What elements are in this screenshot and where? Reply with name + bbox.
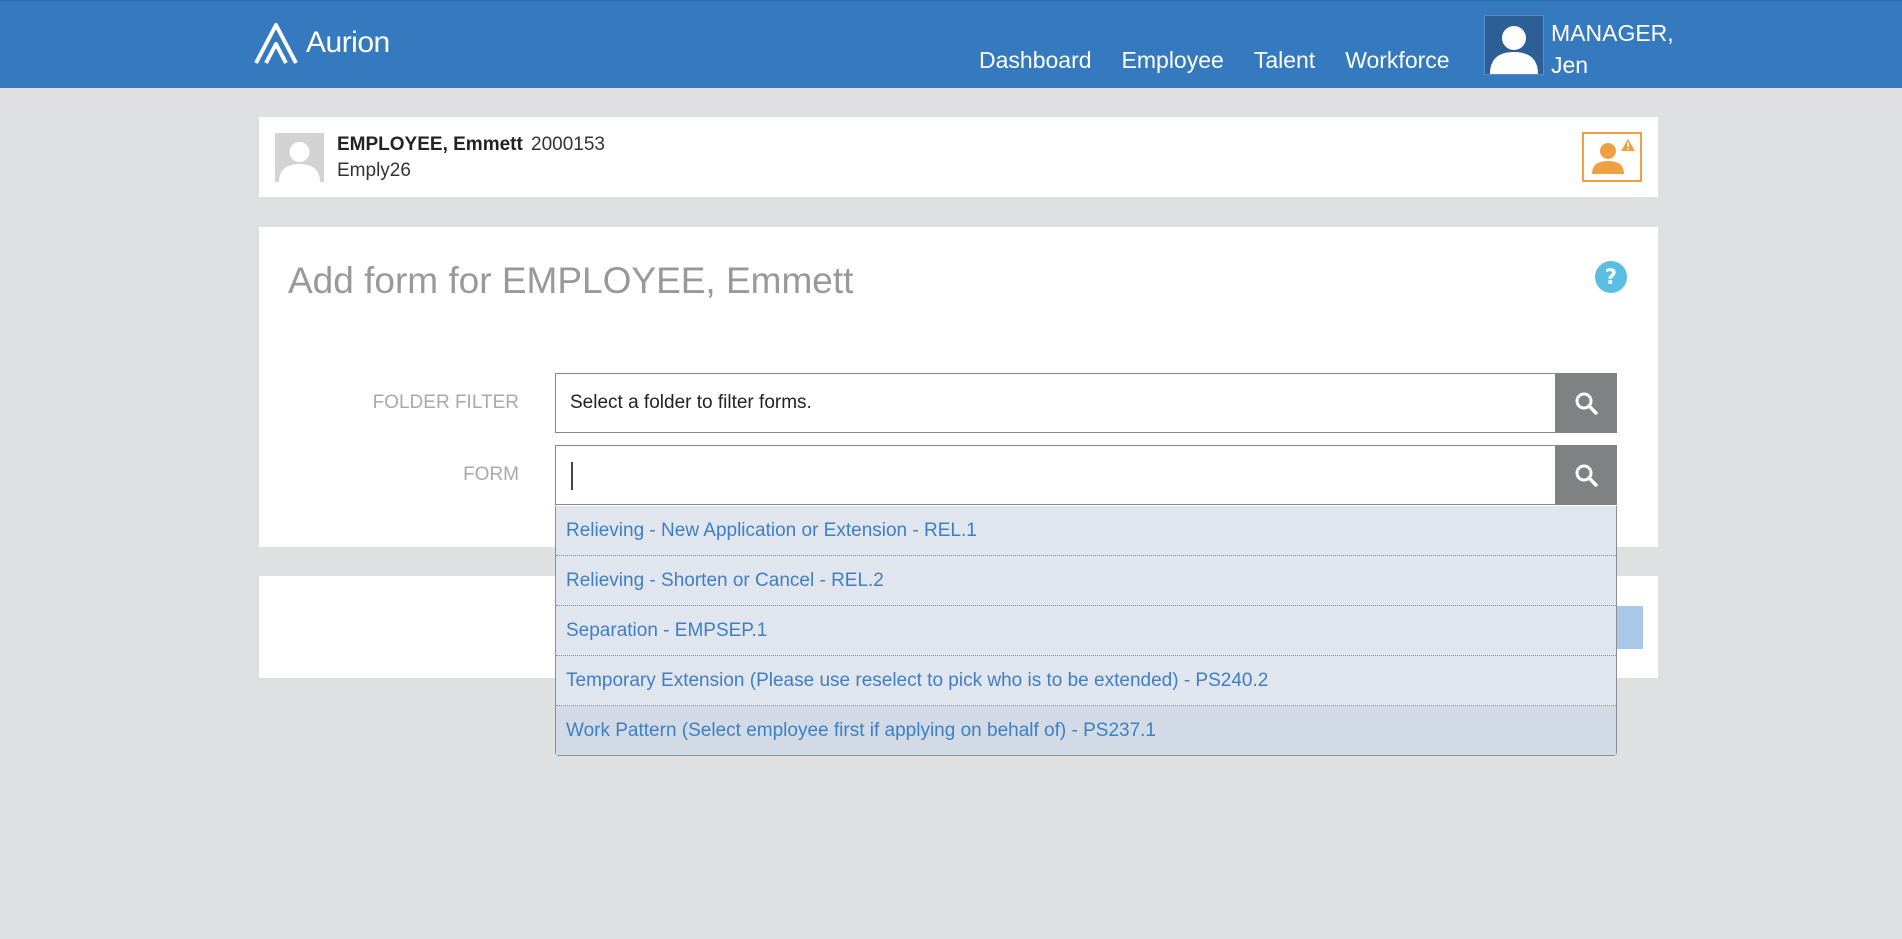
folder-filter-label: FOLDER FILTER bbox=[372, 392, 519, 413]
aurion-logo[interactable]: Aurion bbox=[252, 19, 390, 67]
suggestion-item[interactable]: Relieving - New Application or Extension… bbox=[556, 506, 1616, 556]
search-icon bbox=[1575, 392, 1598, 415]
employee-card: EMPLOYEE, Emmett 2000153 Emply26 bbox=[259, 117, 1658, 197]
aurion-logo-icon bbox=[254, 23, 298, 64]
employee-alert-button[interactable] bbox=[1582, 132, 1642, 182]
suggestion-item[interactable]: Temporary Extension (Please use reselect… bbox=[556, 656, 1616, 706]
user-silhouette-icon bbox=[1490, 26, 1538, 74]
suggestion-item[interactable]: Separation - EMPSEP.1 bbox=[556, 606, 1616, 656]
employee-name: EMPLOYEE, Emmett bbox=[337, 134, 523, 155]
user-name-line1: MANAGER, bbox=[1551, 20, 1674, 46]
page-title: Add form for EMPLOYEE, Emmett bbox=[288, 260, 854, 301]
nav-employee[interactable]: Employee bbox=[1122, 47, 1224, 74]
folder-filter-search-button[interactable] bbox=[1555, 373, 1617, 433]
form-suggestions-dropdown: Relieving - New Application or Extension… bbox=[555, 506, 1617, 756]
folder-filter-input[interactable]: Select a folder to filter forms. bbox=[555, 373, 1557, 433]
form-search-button[interactable] bbox=[1555, 445, 1617, 505]
search-icon bbox=[1575, 464, 1598, 487]
user-name[interactable]: MANAGER, Jen bbox=[1551, 17, 1674, 81]
help-icon[interactable]: ? bbox=[1595, 261, 1627, 293]
add-form-card: Add form for EMPLOYEE, Emmett ? FOLDER F… bbox=[259, 227, 1658, 547]
main-nav: Dashboard Employee Talent Workforce bbox=[979, 47, 1450, 74]
form-input[interactable] bbox=[555, 445, 1557, 505]
form-label: FORM bbox=[463, 464, 519, 485]
nav-talent[interactable]: Talent bbox=[1254, 47, 1315, 74]
svg-text:?: ? bbox=[1605, 265, 1617, 289]
text-cursor bbox=[571, 462, 573, 490]
employee-code: Emply26 bbox=[337, 160, 411, 181]
suggestion-item[interactable]: Relieving - Shorten or Cancel - REL.2 bbox=[556, 556, 1616, 606]
user-name-line2: Jen bbox=[1551, 52, 1589, 78]
nav-dashboard[interactable]: Dashboard bbox=[979, 47, 1092, 74]
brand-name: Aurion bbox=[306, 26, 390, 59]
top-navbar: Aurion Dashboard Employee Talent Workfor… bbox=[0, 0, 1902, 88]
employee-number: 2000153 bbox=[531, 134, 605, 155]
person-warning-icon bbox=[1592, 139, 1635, 174]
user-silhouette-icon bbox=[279, 142, 320, 182]
nav-workforce[interactable]: Workforce bbox=[1345, 47, 1449, 74]
suggestion-item-highlighted[interactable]: Work Pattern (Select employee first if a… bbox=[556, 706, 1616, 755]
user-avatar[interactable] bbox=[1484, 15, 1544, 75]
employee-photo bbox=[275, 133, 324, 182]
